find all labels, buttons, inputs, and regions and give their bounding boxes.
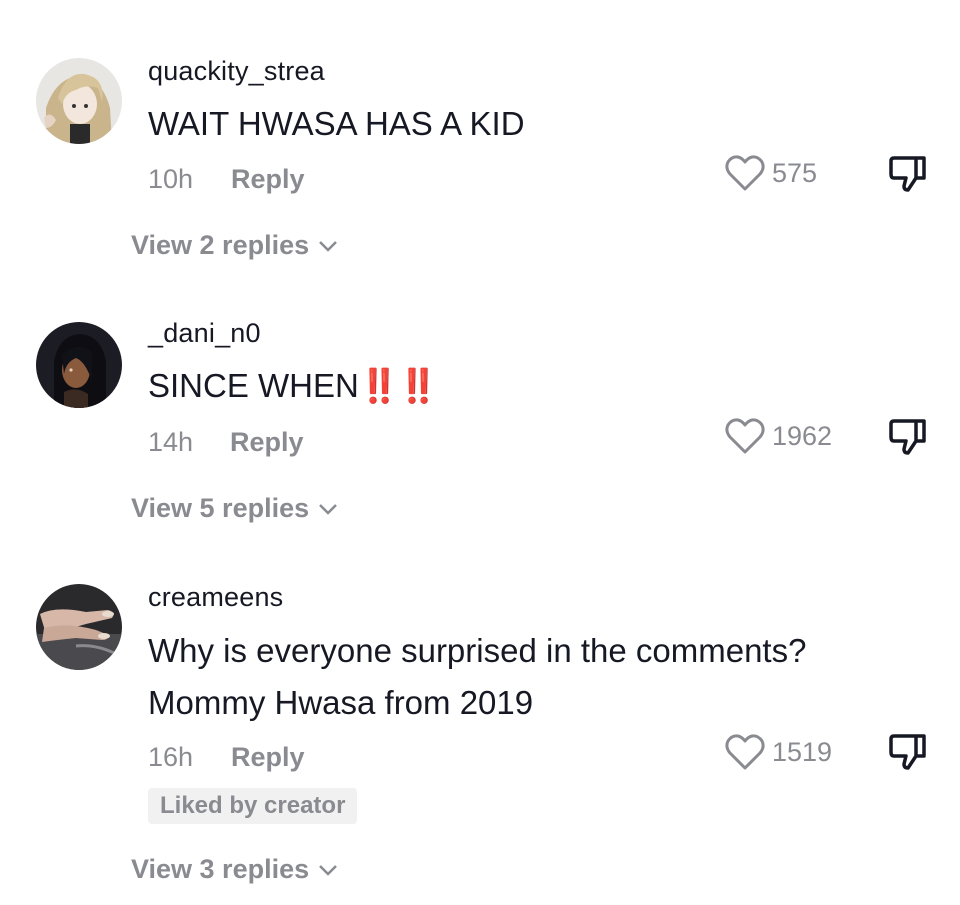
chevron-down-icon <box>319 240 338 252</box>
like-count: 575 <box>772 157 818 188</box>
reply-button[interactable]: Reply <box>231 742 305 773</box>
dark-anime-avatar-icon <box>36 322 122 408</box>
dislike-icon[interactable] <box>886 152 930 196</box>
username[interactable]: creameens <box>148 582 283 613</box>
comment-text-line: Why is everyone surprised in the comment… <box>148 632 807 669</box>
avatar[interactable] <box>36 58 122 144</box>
like-button[interactable]: 575 <box>724 153 817 193</box>
username[interactable]: _dani_n0 <box>148 318 261 349</box>
comment-text-body: SINCE WHEN <box>148 367 359 404</box>
view-replies-label: View 2 replies <box>131 230 310 260</box>
comment-time: 14h <box>148 427 194 457</box>
liked-by-creator-badge: Liked by creator <box>148 788 358 824</box>
anime-girl-avatar-icon <box>36 58 122 144</box>
comment-text: SINCE WHEN‼️‼️ <box>148 360 928 412</box>
heart-icon <box>725 418 765 454</box>
comment-time: 10h <box>148 164 194 194</box>
comment-text: Why is everyone surprised in the comment… <box>148 625 928 729</box>
double-exclamation-emoji: ‼️‼️ <box>358 367 439 404</box>
view-replies-button[interactable]: View 3 replies <box>131 854 339 885</box>
avatar[interactable] <box>36 322 122 408</box>
reply-button[interactable]: Reply <box>230 427 304 458</box>
hand-nails-avatar-icon <box>36 584 122 670</box>
view-replies-button[interactable]: View 2 replies <box>131 230 339 261</box>
dislike-icon[interactable] <box>886 415 930 459</box>
dislike-icon[interactable] <box>886 730 930 774</box>
like-button[interactable]: 1962 <box>724 416 832 456</box>
comment-time: 16h <box>148 742 194 772</box>
comment-text: WAIT HWASA HAS A KID <box>148 105 525 142</box>
comment-text-line: Mommy Hwasa from 2019 <box>148 684 534 721</box>
like-button[interactable]: 1519 <box>724 732 832 772</box>
view-replies-button[interactable]: View 5 replies <box>131 493 339 524</box>
view-replies-label: View 5 replies <box>131 493 310 523</box>
like-count: 1962 <box>772 420 833 451</box>
reply-button[interactable]: Reply <box>231 164 305 195</box>
like-count: 1519 <box>772 736 833 767</box>
chevron-down-icon <box>319 503 338 515</box>
view-replies-label: View 3 replies <box>131 854 310 884</box>
chevron-down-icon <box>319 864 338 876</box>
avatar[interactable] <box>36 584 122 670</box>
heart-icon <box>725 155 765 191</box>
heart-icon <box>725 734 765 770</box>
username[interactable]: quackity_strea <box>148 56 325 87</box>
